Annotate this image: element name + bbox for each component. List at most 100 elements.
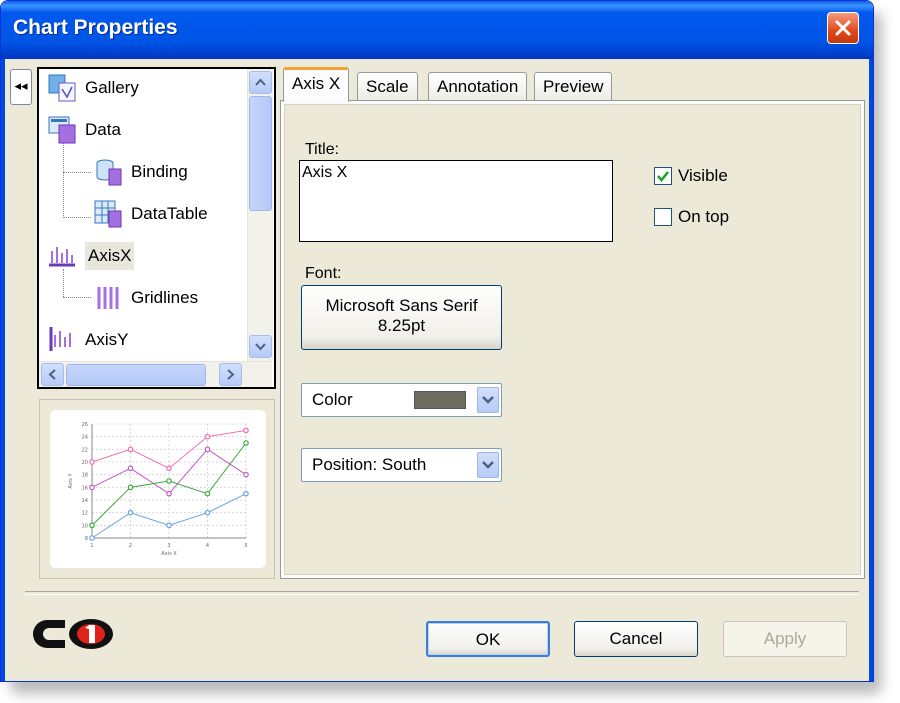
x-tick-label: 4 <box>206 543 209 549</box>
axisx-icon <box>47 241 77 271</box>
title-label: Title: <box>305 141 340 158</box>
checkmark-icon <box>657 171 669 182</box>
x-tick-label: 5 <box>244 543 247 549</box>
font-label: Font: <box>305 265 342 282</box>
chart-properties-dialog: Chart Properties ◂◂ Gallery Data Binding… <box>0 0 874 682</box>
data-point <box>204 490 211 497</box>
data-point <box>166 522 172 529</box>
x-tick-label: 1 <box>90 543 93 549</box>
tab-scale[interactable]: Scale <box>357 72 418 101</box>
tree-connector <box>63 172 91 173</box>
c1-logo <box>25 614 117 658</box>
color-label: Color <box>312 390 353 409</box>
tree-item-label: DataTable <box>131 204 208 223</box>
scroll-right-button[interactable] <box>219 363 242 386</box>
tree-vertical-scrollbar[interactable] <box>247 69 273 361</box>
x-tick-label: 2 <box>129 543 132 549</box>
tree-item-label: Gallery <box>85 78 139 97</box>
scroll-up-button[interactable] <box>249 71 272 94</box>
scroll-left-button[interactable] <box>41 363 64 386</box>
close-button[interactable] <box>827 12 859 44</box>
tree-item-binding[interactable]: Binding <box>93 157 188 187</box>
font-button[interactable]: Microsoft Sans Serif 8.25pt <box>301 285 502 350</box>
tree-item-datatable[interactable]: DataTable <box>93 199 208 229</box>
scroll-down-button[interactable] <box>249 335 272 358</box>
tab-preview[interactable]: Preview <box>534 72 613 101</box>
chart-preview: 26 24 22 20 18 16 14 12 10 8 1 2 3 4 5 Axis X Axis Y <box>50 410 266 568</box>
tree-connector <box>63 269 64 297</box>
axisy-icon <box>47 325 77 355</box>
tab-axis-x[interactable]: Axis X <box>283 67 350 102</box>
visible-checkbox[interactable]: Visible <box>654 166 728 186</box>
data-point <box>127 484 134 491</box>
chevron-down-icon <box>255 343 266 351</box>
tree-connector <box>63 217 91 218</box>
tree-item-label: AxisY <box>85 330 129 349</box>
font-name: Microsoft Sans Serif <box>325 296 478 315</box>
y-tick-label: 22 <box>82 447 88 453</box>
data-point <box>243 440 249 446</box>
tree-item-data[interactable]: Data <box>47 115 121 145</box>
y-axis-title: Axis Y <box>68 473 74 489</box>
data-point <box>89 484 95 491</box>
position-dropdown[interactable]: Position: South <box>301 448 502 482</box>
position-value: Position: South <box>312 455 427 474</box>
tab-annotation[interactable]: Annotation <box>428 72 528 101</box>
frame-right <box>869 59 873 681</box>
y-tick-label: 24 <box>82 435 88 441</box>
datatable-icon <box>93 199 123 229</box>
data-point <box>166 465 172 472</box>
data-point <box>204 433 211 440</box>
chart-preview-frame: 26 24 22 20 18 16 14 12 10 8 1 2 3 4 5 Axis X Axis Y <box>39 399 275 579</box>
y-tick-label: 8 <box>85 536 88 542</box>
on-top-checkbox[interactable]: On top <box>654 207 729 227</box>
data-point <box>243 490 249 497</box>
ok-button[interactable]: OK <box>426 621 550 657</box>
on-top-label: On top <box>678 207 730 226</box>
binding-icon <box>93 157 123 187</box>
data-point <box>204 446 211 453</box>
cancel-button[interactable]: Cancel <box>574 621 698 657</box>
tree-item-label: Data <box>85 120 121 139</box>
close-icon <box>835 20 851 36</box>
tree-item-gallery[interactable]: Gallery <box>47 73 139 103</box>
visible-checkbox-box[interactable] <box>654 167 672 185</box>
property-tree: Gallery Data Binding DataTable AxisX Gri… <box>37 67 276 389</box>
data-point <box>127 465 134 472</box>
frame-left <box>1 59 5 681</box>
chevron-up-icon <box>255 78 266 86</box>
tree-item-axisx[interactable]: AxisX <box>47 241 135 271</box>
color-dropdown[interactable]: Color <box>301 383 502 417</box>
chevron-down-icon <box>482 396 494 404</box>
y-tick-label: 12 <box>82 511 88 517</box>
data-point <box>204 509 211 516</box>
x-axis-title: Axis X <box>161 551 177 557</box>
apply-button[interactable]: Apply <box>723 621 847 657</box>
collapse-panel-button[interactable]: ◂◂ <box>10 69 32 105</box>
title-input[interactable]: Axis X <box>299 160 613 242</box>
title-bar[interactable]: Chart Properties <box>1 1 873 59</box>
dropdown-button[interactable] <box>477 452 499 478</box>
tree-item-gridlines[interactable]: Gridlines <box>93 283 198 313</box>
visible-label: Visible <box>678 166 728 185</box>
y-tick-label: 16 <box>82 485 88 491</box>
data-icon <box>47 115 77 145</box>
componentone-logo-icon <box>33 619 113 649</box>
data-point <box>89 535 95 541</box>
gridlines-icon <box>93 283 123 313</box>
chevron-down-icon <box>482 461 494 469</box>
font-size: 8.25pt <box>377 316 426 335</box>
color-swatch <box>414 391 466 409</box>
chevron-left-icon <box>48 369 56 380</box>
y-tick-label: 26 <box>82 422 88 428</box>
tree-item-label: Binding <box>131 162 188 181</box>
on-top-checkbox-box[interactable] <box>654 208 672 226</box>
data-point <box>127 509 134 516</box>
dropdown-button[interactable] <box>477 387 499 413</box>
data-point <box>127 446 134 453</box>
y-tick-label: 18 <box>82 473 88 479</box>
tree-horizontal-scrollbar[interactable] <box>39 361 272 387</box>
tree-item-axisy[interactable]: AxisY <box>47 325 128 355</box>
scroll-thumb[interactable] <box>249 96 272 211</box>
scroll-thumb[interactable] <box>66 364 206 386</box>
